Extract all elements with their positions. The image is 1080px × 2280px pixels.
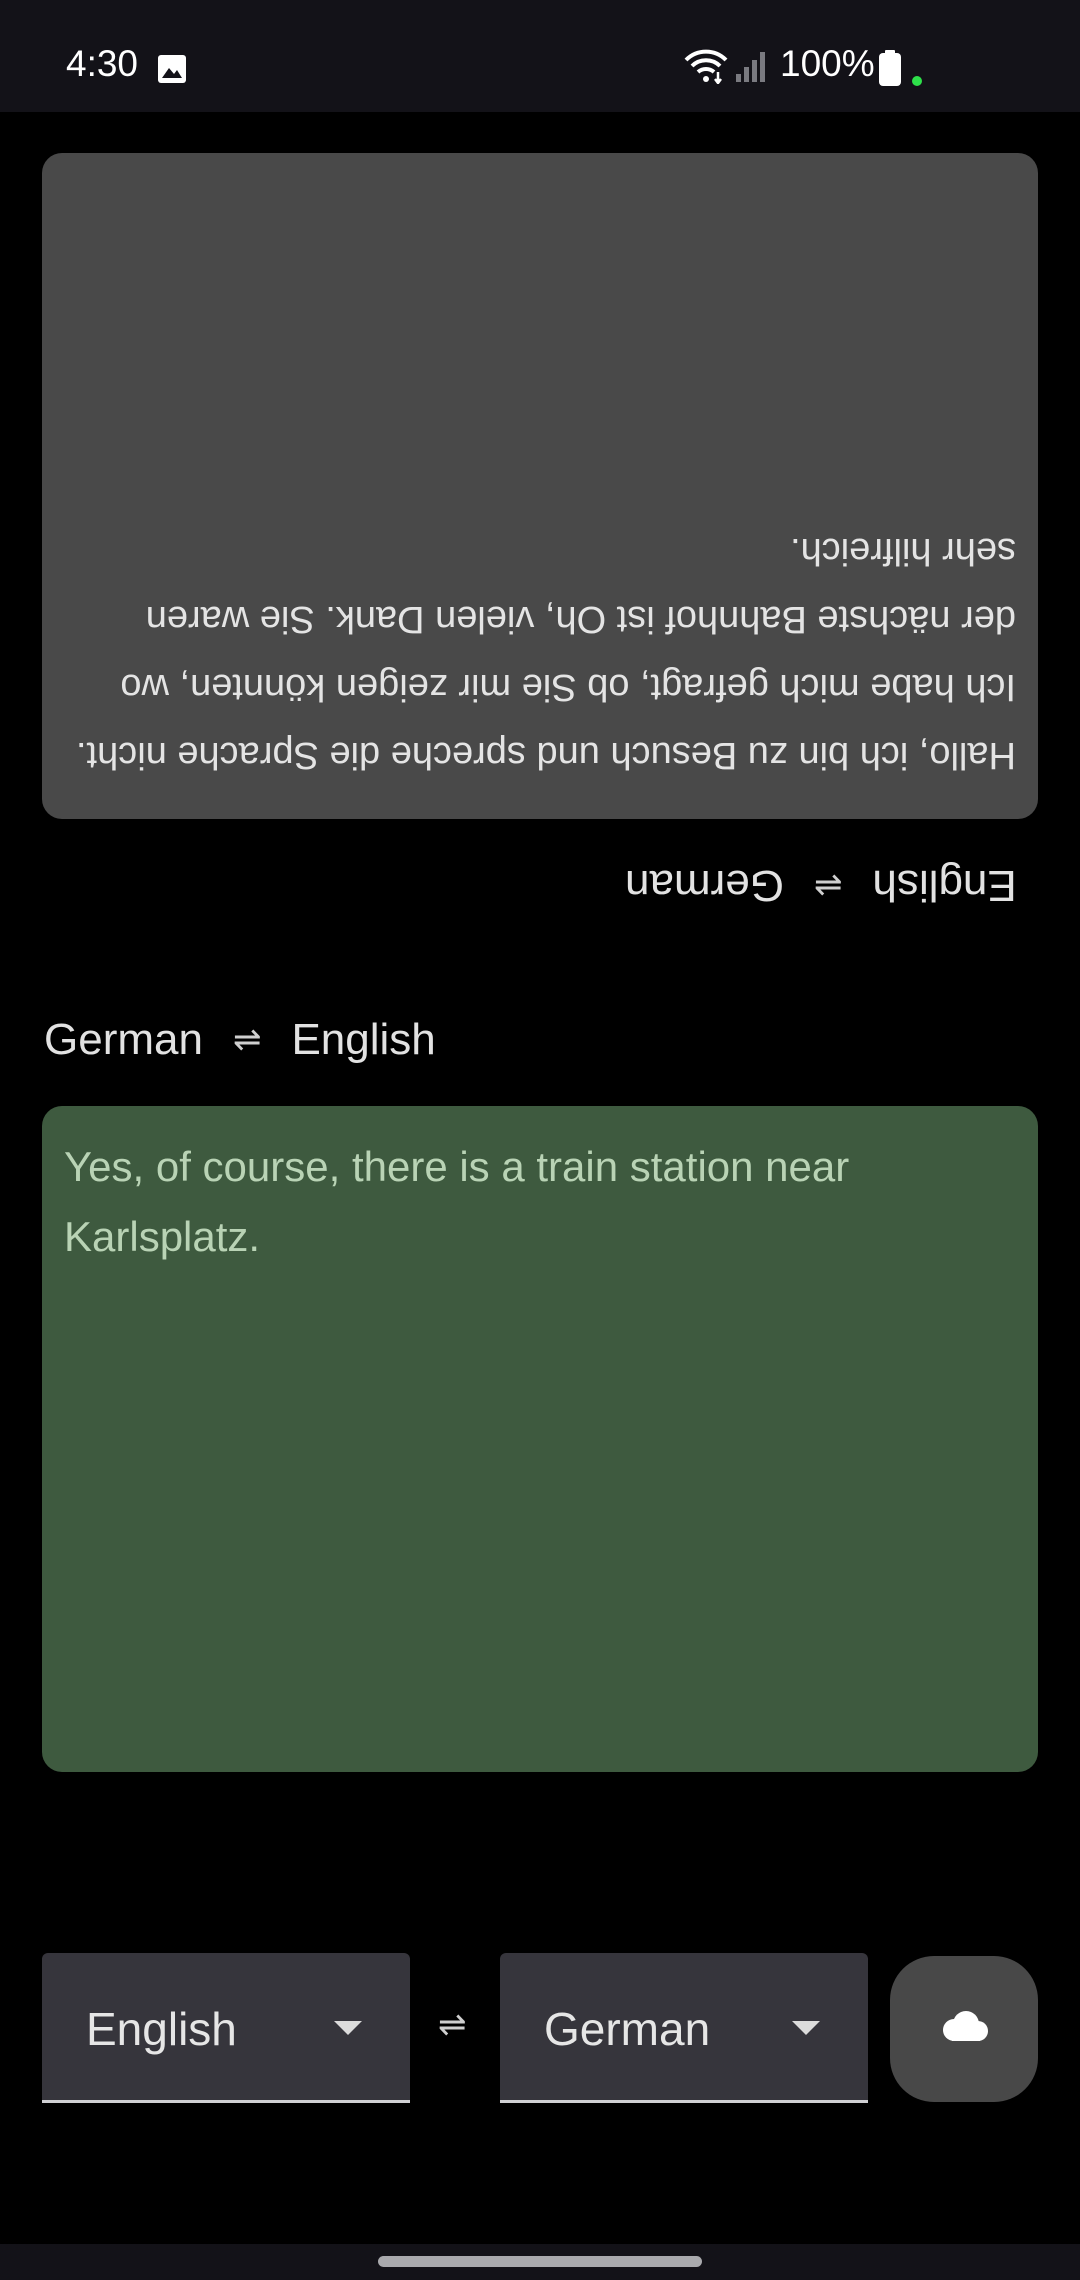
wifi-icon	[684, 48, 728, 89]
target-language-dropdown[interactable]: German	[500, 1953, 868, 2103]
upper-pair-target: German	[625, 861, 784, 910]
privacy-indicator-dot	[912, 76, 922, 86]
swap-languages-icon[interactable]: ⇌	[438, 2005, 467, 2045]
upper-language-pair: English ⇌ German	[625, 855, 1017, 915]
upper-pair-swap-icon: ⇌	[813, 866, 843, 904]
battery-percent: 100%	[780, 43, 875, 84]
lower-translation-panel: Yes, of course, there is a train station…	[42, 1106, 1038, 1772]
upper-translation-text: Hallo, ich bin zu Besuch und spreche die…	[76, 530, 1016, 776]
gallery-icon	[157, 54, 187, 89]
home-indicator[interactable]	[378, 2256, 702, 2267]
lower-pair-target: English	[291, 1015, 436, 1064]
upper-pair-source: English	[872, 861, 1017, 910]
navigation-bar	[0, 2244, 1080, 2280]
cloud-button[interactable]	[890, 1956, 1038, 2102]
upper-translation-panel: Hallo, ich bin zu Besuch und spreche die…	[42, 153, 1038, 819]
target-language-value: German	[544, 2003, 711, 2055]
source-language-dropdown[interactable]: English	[42, 1953, 410, 2103]
cloud-icon	[938, 2010, 990, 2049]
lower-pair-swap-icon: ⇌	[232, 1021, 262, 1059]
battery-icon	[878, 50, 902, 91]
chevron-down-icon	[792, 2021, 820, 2035]
status-bar: 4:30 100%	[0, 0, 1080, 112]
lower-translation-text: Yes, of course, there is a train station…	[64, 1143, 850, 1260]
signal-icon	[734, 50, 768, 87]
lower-pair-source: German	[44, 1015, 203, 1064]
lower-language-pair: German ⇌ English	[44, 1010, 436, 1070]
status-time: 4:30	[66, 43, 139, 84]
source-language-value: English	[86, 2003, 237, 2055]
chevron-down-icon	[334, 2021, 362, 2035]
